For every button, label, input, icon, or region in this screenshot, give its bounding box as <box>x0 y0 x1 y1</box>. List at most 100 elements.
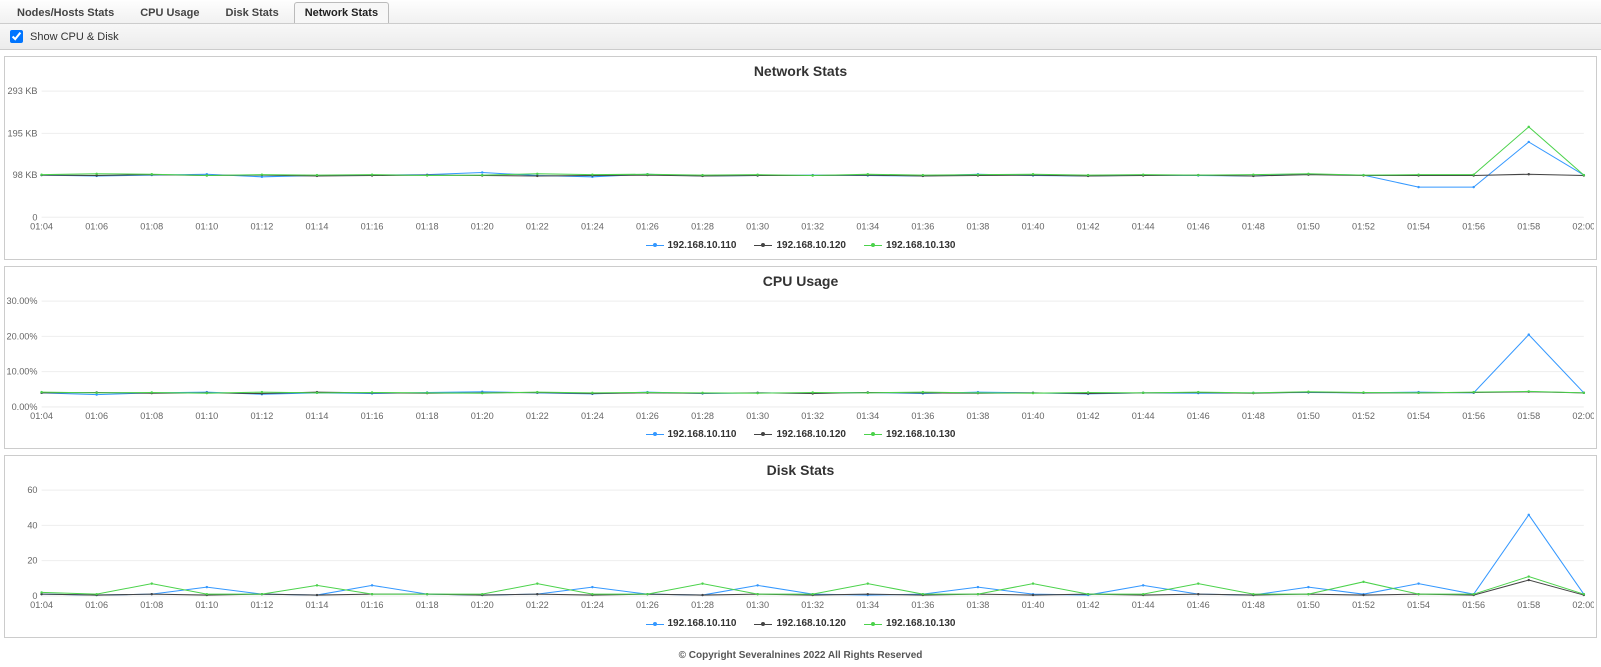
legend-marker-icon <box>646 242 664 248</box>
x-tick-label: 01:38 <box>967 411 990 421</box>
legend-item[interactable]: 192.168.10.110 <box>646 429 737 440</box>
toolbar: Show CPU & Disk <box>0 24 1601 50</box>
disk-legend: 192.168.10.110 192.168.10.120 192.168.10… <box>7 614 1594 633</box>
x-tick-label: 01:48 <box>1242 600 1265 610</box>
x-tick-label: 01:14 <box>306 221 329 231</box>
x-tick-label: 01:56 <box>1462 600 1485 610</box>
x-tick-label: 01:18 <box>416 600 439 610</box>
x-tick-label: 01:42 <box>1077 221 1100 231</box>
x-tick-label: 01:38 <box>967 600 990 610</box>
cpu-chart: CPU Usage0.00%10.00%20.00%30.00%01:0401:… <box>4 266 1597 449</box>
x-tick-label: 01:52 <box>1352 221 1375 231</box>
legend-item[interactable]: 192.168.10.110 <box>646 618 737 629</box>
cpu-chart-title: CPU Usage <box>7 269 1594 293</box>
legend-item[interactable]: 192.168.10.130 <box>864 240 956 251</box>
x-tick-label: 01:12 <box>250 600 273 610</box>
legend-item[interactable]: 192.168.10.120 <box>754 429 846 440</box>
x-tick-label: 01:24 <box>581 600 604 610</box>
legend-marker-icon <box>754 431 772 437</box>
show-cpu-disk-checkbox[interactable] <box>10 30 23 43</box>
x-tick-label: 01:28 <box>691 221 714 231</box>
legend-label: 192.168.10.110 <box>668 618 737 629</box>
x-tick-label: 01:20 <box>471 600 494 610</box>
y-tick-label: 293 KB <box>8 86 38 96</box>
legend-marker-icon <box>646 621 664 627</box>
charts-container: Network Stats098 KB195 KB293 KB01:0401:0… <box>0 56 1601 638</box>
x-tick-label: 01:52 <box>1352 411 1375 421</box>
x-tick-label: 01:48 <box>1242 411 1265 421</box>
network-chart: Network Stats098 KB195 KB293 KB01:0401:0… <box>4 56 1597 260</box>
legend-marker-icon <box>864 621 882 627</box>
tab-nodes-hosts-stats[interactable]: Nodes/Hosts Stats <box>6 2 125 23</box>
x-tick-label: 01:30 <box>746 221 769 231</box>
disk-chart: Disk Stats020406001:0401:0601:0801:1001:… <box>4 455 1597 638</box>
tab-bar: Nodes/Hosts Stats CPU Usage Disk Stats N… <box>0 0 1601 24</box>
x-tick-label: 01:56 <box>1462 411 1485 421</box>
x-tick-label: 01:44 <box>1132 411 1155 421</box>
y-tick-label: 98 KB <box>13 170 38 180</box>
series-192.168.10.110 <box>42 515 1584 595</box>
series-192.168.10.130 <box>42 576 1584 594</box>
x-tick-label: 01:46 <box>1187 221 1210 231</box>
y-tick-label: 60 <box>27 485 37 495</box>
x-tick-label: 01:44 <box>1132 221 1155 231</box>
x-tick-label: 01:26 <box>636 600 659 610</box>
y-tick-label: 40 <box>27 520 37 530</box>
x-tick-label: 01:38 <box>967 221 990 231</box>
disk-chart-svg: 020406001:0401:0601:0801:1001:1201:1401:… <box>7 482 1594 614</box>
y-tick-label: 195 KB <box>8 128 38 138</box>
legend-marker-icon <box>754 621 772 627</box>
network-legend: 192.168.10.110 192.168.10.120 192.168.10… <box>7 236 1594 255</box>
legend-item[interactable]: 192.168.10.130 <box>864 618 956 629</box>
x-tick-label: 01:42 <box>1077 600 1100 610</box>
x-tick-label: 01:40 <box>1022 411 1045 421</box>
x-tick-label: 01:48 <box>1242 221 1265 231</box>
legend-label: 192.168.10.130 <box>886 240 956 251</box>
x-tick-label: 01:40 <box>1022 600 1045 610</box>
x-tick-label: 01:30 <box>746 600 769 610</box>
y-tick-label: 10.00% <box>7 366 38 376</box>
x-tick-label: 01:22 <box>526 221 549 231</box>
legend-label: 192.168.10.120 <box>776 429 846 440</box>
tab-cpu-usage[interactable]: CPU Usage <box>129 2 210 23</box>
x-tick-label: 01:10 <box>195 221 218 231</box>
x-tick-label: 01:32 <box>801 221 824 231</box>
legend-item[interactable]: 192.168.10.120 <box>754 618 846 629</box>
x-tick-label: 01:58 <box>1517 600 1540 610</box>
x-tick-label: 01:04 <box>30 221 53 231</box>
y-tick-label: 30.00% <box>7 296 38 306</box>
x-tick-label: 01:40 <box>1022 221 1045 231</box>
series-192.168.10.110 <box>42 142 1584 187</box>
x-tick-label: 01:06 <box>85 221 108 231</box>
x-tick-label: 01:52 <box>1352 600 1375 610</box>
legend-label: 192.168.10.110 <box>668 429 737 440</box>
legend-item[interactable]: 192.168.10.110 <box>646 240 737 251</box>
x-tick-label: 01:50 <box>1297 411 1320 421</box>
series-192.168.10.110 <box>42 334 1584 394</box>
legend-item[interactable]: 192.168.10.120 <box>754 240 846 251</box>
tab-network-stats[interactable]: Network Stats <box>294 2 389 23</box>
x-tick-label: 01:26 <box>636 411 659 421</box>
x-tick-label: 01:04 <box>30 411 53 421</box>
x-tick-label: 01:22 <box>526 411 549 421</box>
x-tick-label: 01:54 <box>1407 411 1430 421</box>
show-cpu-disk-label[interactable]: Show CPU & Disk <box>30 31 119 43</box>
series-192.168.10.130 <box>42 127 1584 176</box>
y-tick-label: 20 <box>27 556 37 566</box>
x-tick-label: 01:16 <box>361 411 384 421</box>
y-tick-label: 20.00% <box>7 331 38 341</box>
x-tick-label: 01:46 <box>1187 600 1210 610</box>
x-tick-label: 01:34 <box>856 411 879 421</box>
x-tick-label: 01:34 <box>856 221 879 231</box>
tab-disk-stats[interactable]: Disk Stats <box>215 2 290 23</box>
network-chart-title: Network Stats <box>7 59 1594 83</box>
x-tick-label: 01:28 <box>691 600 714 610</box>
x-tick-label: 01:18 <box>416 221 439 231</box>
network-chart-svg: 098 KB195 KB293 KB01:0401:0601:0801:1001… <box>7 83 1594 236</box>
x-tick-label: 01:16 <box>361 221 384 231</box>
legend-marker-icon <box>864 242 882 248</box>
legend-item[interactable]: 192.168.10.130 <box>864 429 956 440</box>
legend-label: 192.168.10.120 <box>776 618 846 629</box>
x-tick-label: 01:06 <box>85 411 108 421</box>
x-tick-label: 01:56 <box>1462 221 1485 231</box>
